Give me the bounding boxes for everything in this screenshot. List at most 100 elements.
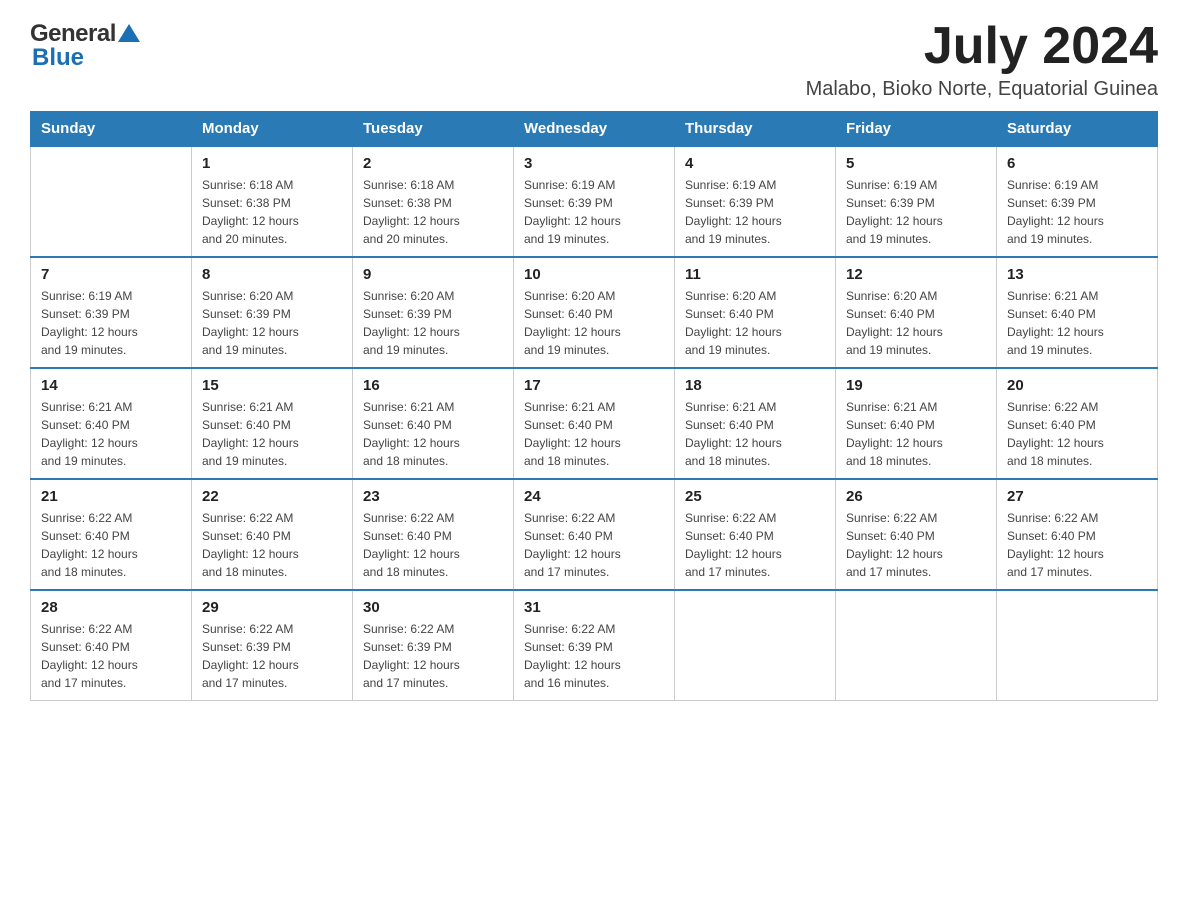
calendar-cell: 22Sunrise: 6:22 AMSunset: 6:40 PMDayligh… xyxy=(192,479,353,590)
weekday-header-sunday: Sunday xyxy=(31,112,192,147)
day-info: Sunrise: 6:21 AMSunset: 6:40 PMDaylight:… xyxy=(846,398,986,470)
day-number: 24 xyxy=(524,488,664,505)
week-row-1: 1Sunrise: 6:18 AMSunset: 6:38 PMDaylight… xyxy=(31,146,1158,257)
week-row-3: 14 Sunrise: 6:21 AMSunset: 6:40 PMDayligh… xyxy=(31,368,1158,479)
day-info: Sunrise: 6:20 AMSunset: 6:40 PMDaylight:… xyxy=(524,287,664,359)
calendar-cell: 30 Sunrise: 6:22 AMSunset: 6:39 PMDayligh… xyxy=(353,590,514,701)
day-info: Sunrise: 6:22 AMSunset: 6:40 PMDaylight:… xyxy=(524,509,664,581)
title-area: July 2024 Malabo, Bioko Norte, Equatoria… xyxy=(806,20,1158,101)
calendar-cell: 31 Sunrise: 6:22 AMSunset: 6:39 PMDayligh… xyxy=(514,590,675,701)
day-number: 20 xyxy=(1007,377,1147,394)
day-info: Sunrise: 6:21 AMSunset: 6:40 PMDaylight:… xyxy=(1007,287,1147,359)
day-number: 26 xyxy=(846,488,986,505)
day-number: 9 xyxy=(363,266,503,283)
calendar-cell: 27 Sunrise: 6:22 AMSunset: 6:40 PMDayligh… xyxy=(997,479,1158,590)
day-number: 13 xyxy=(1007,266,1147,283)
day-info: Sunrise: 6:22 AMSunset: 6:40 PMDaylight:… xyxy=(41,509,181,581)
calendar-cell: 11 Sunrise: 6:20 AMSunset: 6:40 PMDayligh… xyxy=(675,257,836,368)
week-row-2: 7 Sunrise: 6:19 AMSunset: 6:39 PMDaylight… xyxy=(31,257,1158,368)
day-number: 11 xyxy=(685,266,825,283)
day-info: Sunrise: 6:22 AMSunset: 6:40 PMDaylight:… xyxy=(1007,509,1147,581)
day-number: 27 xyxy=(1007,488,1147,505)
day-info: Sunrise: 6:22 AMSunset: 6:40 PMDaylight:… xyxy=(846,509,986,581)
day-number: 31 xyxy=(524,599,664,616)
calendar-cell: 10Sunrise: 6:20 AMSunset: 6:40 PMDayligh… xyxy=(514,257,675,368)
logo: General Blue xyxy=(30,20,140,72)
calendar-cell: 24 Sunrise: 6:22 AMSunset: 6:40 PMDayligh… xyxy=(514,479,675,590)
page-header: General Blue July 2024 Malabo, Bioko Nor… xyxy=(30,20,1158,101)
day-info: Sunrise: 6:19 AMSunset: 6:39 PMDaylight:… xyxy=(1007,176,1147,248)
weekday-header-row: SundayMondayTuesdayWednesdayThursdayFrid… xyxy=(31,112,1158,147)
day-info: Sunrise: 6:21 AMSunset: 6:40 PMDaylight:… xyxy=(363,398,503,470)
calendar-cell: 7 Sunrise: 6:19 AMSunset: 6:39 PMDaylight… xyxy=(31,257,192,368)
day-number: 28 xyxy=(41,599,181,616)
day-info: Sunrise: 6:22 AMSunset: 6:40 PMDaylight:… xyxy=(363,509,503,581)
day-info: Sunrise: 6:19 AMSunset: 6:39 PMDaylight:… xyxy=(41,287,181,359)
day-number: 18 xyxy=(685,377,825,394)
day-number: 19 xyxy=(846,377,986,394)
calendar-cell: 1Sunrise: 6:18 AMSunset: 6:38 PMDaylight… xyxy=(192,146,353,257)
day-info: Sunrise: 6:22 AMSunset: 6:39 PMDaylight:… xyxy=(202,620,342,692)
calendar-cell xyxy=(836,590,997,701)
day-info: Sunrise: 6:18 AMSunset: 6:38 PMDaylight:… xyxy=(202,176,342,248)
weekday-header-tuesday: Tuesday xyxy=(353,112,514,147)
day-info: Sunrise: 6:21 AMSunset: 6:40 PMDaylight:… xyxy=(685,398,825,470)
day-number: 3 xyxy=(524,155,664,172)
day-number: 12 xyxy=(846,266,986,283)
calendar-cell: 23 Sunrise: 6:22 AMSunset: 6:40 PMDayligh… xyxy=(353,479,514,590)
day-info: Sunrise: 6:22 AMSunset: 6:40 PMDaylight:… xyxy=(685,509,825,581)
day-info: Sunrise: 6:22 AMSunset: 6:39 PMDaylight:… xyxy=(524,620,664,692)
calendar-cell: 15 Sunrise: 6:21 AMSunset: 6:40 PMDayligh… xyxy=(192,368,353,479)
calendar-cell: 14Sunrise: 6:21 AMSunset: 6:40 PMDayligh… xyxy=(31,368,192,479)
calendar-cell: 21Sunrise: 6:22 AMSunset: 6:40 PMDayligh… xyxy=(31,479,192,590)
day-info: Sunrise: 6:21 AMSunset: 6:40 PMDaylight:… xyxy=(524,398,664,470)
weekday-header-thursday: Thursday xyxy=(675,112,836,147)
day-number: 23 xyxy=(363,488,503,505)
month-year-title: July 2024 xyxy=(806,20,1158,72)
weekday-header-monday: Monday xyxy=(192,112,353,147)
calendar-cell: 3 Sunrise: 6:19 AMSunset: 6:39 PMDaylight… xyxy=(514,146,675,257)
calendar-cell xyxy=(31,146,192,257)
day-number: 5 xyxy=(846,155,986,172)
day-info: Sunrise: 6:20 AMSunset: 6:40 PMDaylight:… xyxy=(685,287,825,359)
day-number: 2 xyxy=(363,155,503,172)
day-number: 16 xyxy=(363,377,503,394)
day-number: 25 xyxy=(685,488,825,505)
weekday-header-wednesday: Wednesday xyxy=(514,112,675,147)
calendar-cell: 5Sunrise: 6:19 AMSunset: 6:39 PMDaylight… xyxy=(836,146,997,257)
weekday-header-saturday: Saturday xyxy=(997,112,1158,147)
calendar-cell: 28 Sunrise: 6:22 AMSunset: 6:40 PMDayligh… xyxy=(31,590,192,701)
calendar-cell: 29 Sunrise: 6:22 AMSunset: 6:39 PMDayligh… xyxy=(192,590,353,701)
weekday-header-friday: Friday xyxy=(836,112,997,147)
calendar-cell: 2 Sunrise: 6:18 AMSunset: 6:38 PMDaylight… xyxy=(353,146,514,257)
day-info: Sunrise: 6:22 AMSunset: 6:39 PMDaylight:… xyxy=(363,620,503,692)
day-info: Sunrise: 6:18 AMSunset: 6:38 PMDaylight:… xyxy=(363,176,503,248)
day-info: Sunrise: 6:22 AMSunset: 6:40 PMDaylight:… xyxy=(41,620,181,692)
calendar-cell xyxy=(675,590,836,701)
day-info: Sunrise: 6:19 AMSunset: 6:39 PMDaylight:… xyxy=(685,176,825,248)
calendar-cell: 17Sunrise: 6:21 AMSunset: 6:40 PMDayligh… xyxy=(514,368,675,479)
calendar-cell: 13 Sunrise: 6:21 AMSunset: 6:40 PMDayligh… xyxy=(997,257,1158,368)
day-info: Sunrise: 6:20 AMSunset: 6:39 PMDaylight:… xyxy=(202,287,342,359)
day-info: Sunrise: 6:19 AMSunset: 6:39 PMDaylight:… xyxy=(524,176,664,248)
calendar-cell: 4 Sunrise: 6:19 AMSunset: 6:39 PMDaylight… xyxy=(675,146,836,257)
day-number: 14 xyxy=(41,377,181,394)
calendar-cell: 12Sunrise: 6:20 AMSunset: 6:40 PMDayligh… xyxy=(836,257,997,368)
calendar-cell: 20Sunrise: 6:22 AMSunset: 6:40 PMDayligh… xyxy=(997,368,1158,479)
calendar-cell: 19 Sunrise: 6:21 AMSunset: 6:40 PMDayligh… xyxy=(836,368,997,479)
day-number: 15 xyxy=(202,377,342,394)
week-row-5: 28 Sunrise: 6:22 AMSunset: 6:40 PMDayligh… xyxy=(31,590,1158,701)
logo-triangle-icon xyxy=(118,22,140,44)
calendar-cell: 6Sunrise: 6:19 AMSunset: 6:39 PMDaylight… xyxy=(997,146,1158,257)
day-number: 7 xyxy=(41,266,181,283)
day-number: 30 xyxy=(363,599,503,616)
day-info: Sunrise: 6:21 AMSunset: 6:40 PMDaylight:… xyxy=(202,398,342,470)
week-row-4: 21Sunrise: 6:22 AMSunset: 6:40 PMDayligh… xyxy=(31,479,1158,590)
day-number: 29 xyxy=(202,599,342,616)
calendar-cell: 25 Sunrise: 6:22 AMSunset: 6:40 PMDayligh… xyxy=(675,479,836,590)
day-info: Sunrise: 6:20 AMSunset: 6:39 PMDaylight:… xyxy=(363,287,503,359)
calendar-cell: 16 Sunrise: 6:21 AMSunset: 6:40 PMDayligh… xyxy=(353,368,514,479)
day-number: 4 xyxy=(685,155,825,172)
calendar-cell xyxy=(997,590,1158,701)
day-number: 8 xyxy=(202,266,342,283)
